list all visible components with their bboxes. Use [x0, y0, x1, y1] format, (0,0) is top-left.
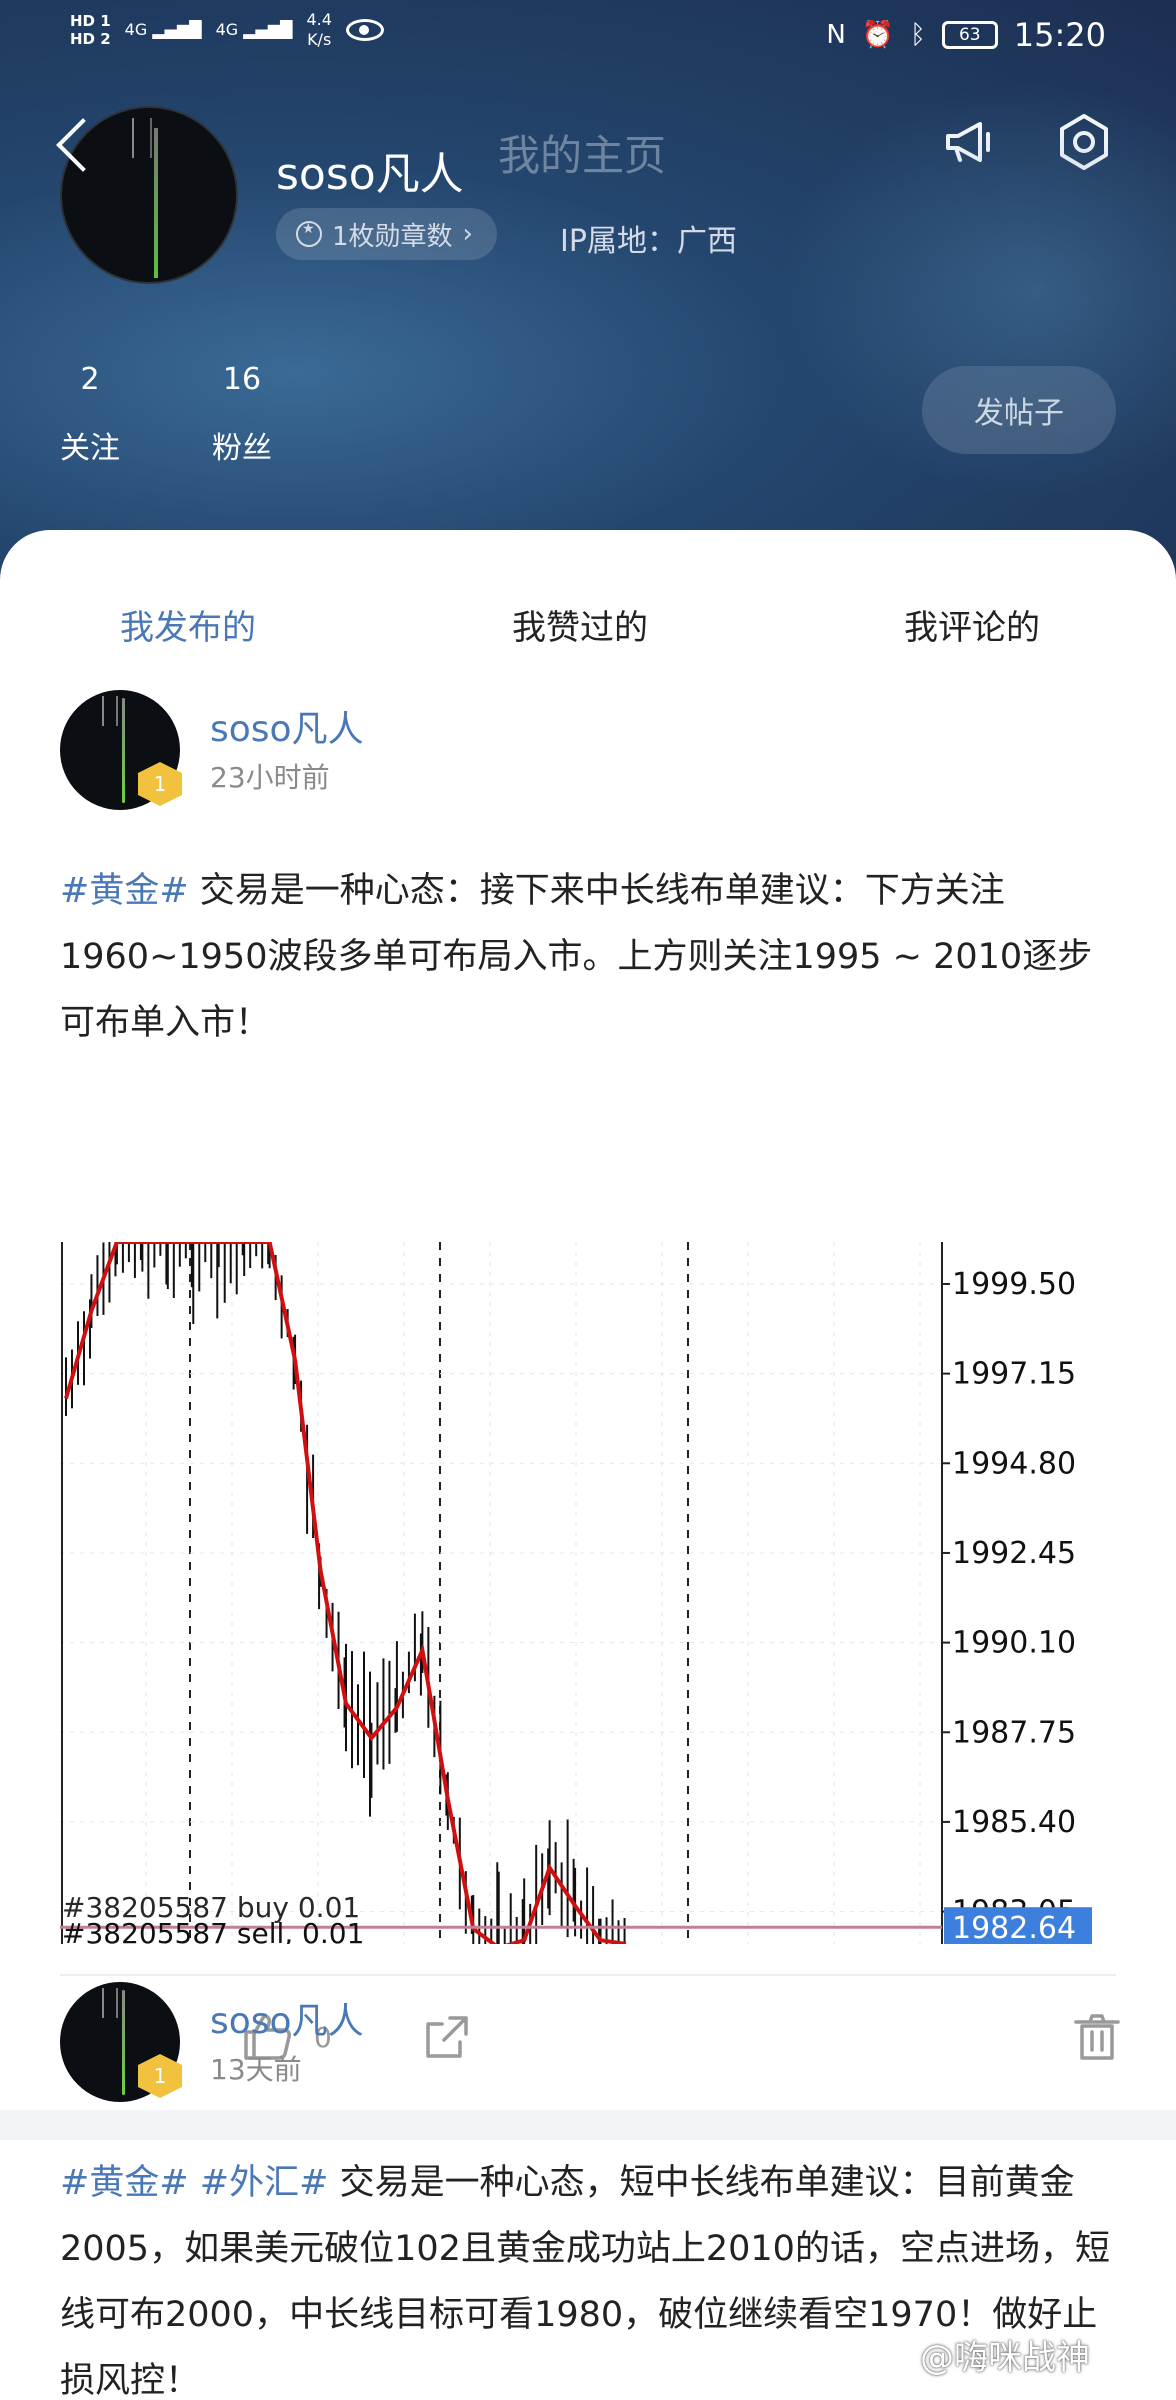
level-badge: 1 [138, 2054, 182, 2098]
delete-button[interactable] [1070, 2010, 1124, 2064]
post-author[interactable]: soso凡人 [210, 700, 364, 752]
price-tick-label: 1987.75 [952, 1715, 1076, 1750]
medal-icon [296, 221, 322, 247]
topic-tag[interactable]: #外汇# [200, 2163, 329, 2203]
post-body: #黄金# 交易是一种心态：接下来中长线布单建议：下方关注1960~1950波段多… [60, 858, 1116, 1056]
post-time: 23小时前 [210, 761, 330, 794]
post-text: 交易是一种心态：接下来中长线布单建议：下方关注1960~1950波段多单可布局入… [60, 871, 1093, 1043]
signal-1-icon: 4G ▂▄▆█ [124, 20, 202, 39]
price-chart: 1999.50 1997.15 1994.80 1992.45 1990.10 1987.… [60, 1242, 1092, 1944]
followers-stat[interactable]: 16 粉丝 [212, 362, 272, 467]
topic-tag[interactable]: #黄金# [60, 2163, 189, 2203]
followers-count: 16 [222, 362, 262, 397]
back-button[interactable] [52, 116, 92, 176]
divider [60, 1974, 1116, 1976]
hd-indicators: HD 1 HD 2 [70, 12, 111, 48]
topic-tag[interactable]: #黄金# [60, 871, 189, 911]
chevron-right-icon: › [462, 219, 473, 249]
price-tick-label: 1999.50 [952, 1267, 1076, 1302]
hd1-label: HD 1 [70, 12, 111, 30]
price-chart-image[interactable]: 1999.50 1997.15 1994.80 1992.45 1990.10 1987.… [60, 1242, 1116, 1944]
clock: 15:20 [1013, 16, 1106, 54]
status-bar: HD 1 HD 2 4G ▂▄▆█ 4G ▂▄▆█ 4.4 K/s Ν ⏰ ᛒ 6… [0, 0, 1176, 70]
tab-my-posts[interactable]: 我发布的 [120, 600, 256, 649]
share-icon [426, 2016, 468, 2058]
profile-header: HD 1 HD 2 4G ▂▄▆█ 4G ▂▄▆█ 4.4 K/s Ν ⏰ ᛒ 6… [0, 0, 1176, 620]
tab-liked[interactable]: 我赞过的 [512, 600, 648, 649]
following-stat[interactable]: 2 关注 [60, 362, 120, 467]
profile-username: soso凡人 [276, 149, 464, 200]
hd2-label: HD 2 [70, 30, 111, 48]
medal-count-button[interactable]: 1枚勋章数 › [276, 208, 497, 260]
post-avatar[interactable]: 1 [60, 690, 182, 810]
followers-label: 粉丝 [212, 431, 272, 466]
eye-icon [345, 19, 384, 41]
following-label: 关注 [60, 431, 120, 466]
moving-average-line [64, 1242, 627, 1944]
nfc-icon: Ν [826, 20, 846, 50]
price-tick-label: 1997.15 [952, 1357, 1076, 1392]
share-button[interactable] [420, 2010, 474, 2064]
post-avatar[interactable]: 1 [60, 1982, 182, 2102]
order-label: #38205587 sell, 0.01 [62, 1917, 364, 1944]
ip-location: IP属地：广西 [560, 224, 737, 259]
level-badge: 1 [138, 762, 182, 806]
following-count: 2 [80, 362, 100, 397]
net-speed: 4.4 K/s [306, 10, 332, 49]
alarm-icon: ⏰ [861, 20, 895, 50]
medal-count-label: 1枚勋章数 [332, 221, 453, 252]
settings-icon[interactable] [1054, 112, 1114, 172]
battery-icon: 63 [941, 21, 998, 49]
tab-bar: 我发布的 我赞过的 我评论的 [0, 570, 1176, 650]
trash-icon [1074, 2014, 1120, 2060]
price-tick-label: 1985.40 [952, 1805, 1076, 1840]
new-post-button[interactable]: 发帖子 [922, 366, 1116, 454]
post-author[interactable]: soso凡人 [210, 1992, 364, 2044]
price-tick-label: 1990.10 [952, 1626, 1076, 1661]
post-time: 13天前 [210, 2053, 302, 2086]
megaphone-icon[interactable] [940, 112, 1000, 172]
bluetooth-icon: ᛒ [910, 20, 926, 50]
section-gap [0, 2110, 1176, 2140]
price-tick-label: 1992.45 [952, 1536, 1076, 1571]
content-sheet: 我发布的 我赞过的 我评论的 1 soso凡人 23小时前 #黄金# 交易是一种… [0, 530, 1176, 2400]
price-tick-label: 1994.80 [952, 1446, 1076, 1481]
current-price-label: 1982.64 [952, 1911, 1076, 1944]
signal-2-icon: 4G ▂▄▆█ [215, 20, 293, 39]
tab-commented[interactable]: 我评论的 [904, 600, 1040, 649]
page-title: 我的主页 [498, 131, 667, 180]
watermark: @嗨咪战神 [920, 2338, 1090, 2378]
